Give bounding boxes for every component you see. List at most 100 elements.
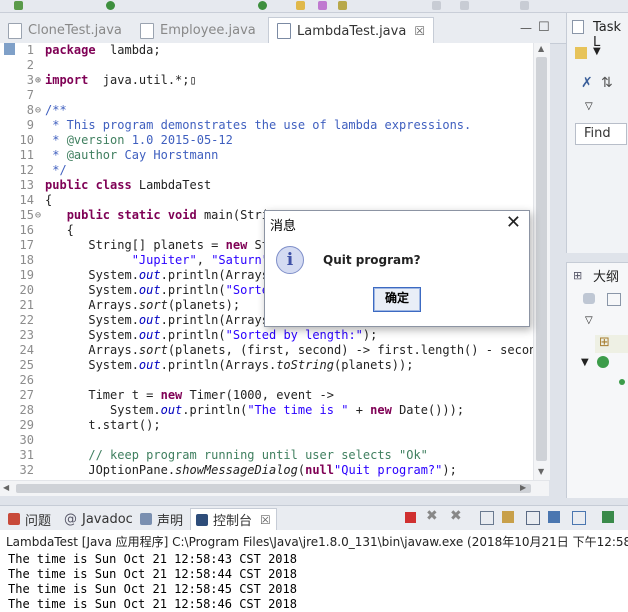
chevron-down-icon[interactable]: ▼ xyxy=(581,357,589,368)
line-number: 25 xyxy=(19,358,34,372)
tab-problems[interactable]: 问题 xyxy=(8,510,52,529)
remove-all-icon[interactable]: ✖ xyxy=(450,508,462,524)
outline-title[interactable]: 大纲 xyxy=(593,266,619,285)
word-wrap-icon[interactable] xyxy=(526,511,540,525)
close-tab-icon[interactable]: ☒ xyxy=(414,24,425,38)
code-text: System.out.println(Arrays.toString(plane… xyxy=(45,358,414,372)
console-line: The time is Sun Oct 21 12:58:45 CST 2018 xyxy=(8,582,297,596)
code-text: */ xyxy=(45,163,67,177)
scrollbar-thumb[interactable] xyxy=(536,57,547,461)
code-text: public static void main(Strin xyxy=(66,208,277,222)
view-menu-icon[interactable]: ▽ xyxy=(585,101,593,112)
open-console-icon[interactable] xyxy=(602,511,614,523)
line-number: 8 xyxy=(26,103,34,117)
dropdown-icon[interactable]: ▼ xyxy=(593,46,601,57)
method-icon[interactable] xyxy=(619,379,625,385)
outline-item-import[interactable]: ⊞ xyxy=(595,335,628,353)
fold-toggle-icon[interactable]: ⊕ xyxy=(35,73,41,88)
pin-console-icon[interactable] xyxy=(548,511,560,523)
message-dialog: 消息 ✕ i Quit program? 确定 xyxy=(264,210,530,327)
code-text: System.out.println("The time is " + new … xyxy=(45,403,465,417)
editor-tab-bar: CloneTest.java Employee.java LambdaTest.… xyxy=(0,13,566,44)
maximize-icon[interactable]: ☐ xyxy=(538,20,550,35)
close-icon[interactable]: ✕ xyxy=(506,212,521,233)
outline-panel: ⊞ 大纲 ▽ ⊞ ▼ xyxy=(566,262,628,498)
editor-horizontal-scrollbar[interactable]: ◀ ▶ xyxy=(0,480,549,496)
console-line: The time is Sun Oct 21 12:58:44 CST 2018 xyxy=(8,567,297,581)
dialog-title: 消息 xyxy=(270,219,297,234)
tab-label: 问题 xyxy=(25,513,52,529)
run-config-icon[interactable] xyxy=(258,1,267,10)
class-icon[interactable] xyxy=(597,356,609,368)
java-file-icon xyxy=(140,22,154,39)
code-text: Arrays.sort(planets); xyxy=(45,298,241,312)
remove-launch-icon[interactable]: ✖ xyxy=(426,508,438,524)
line-number: 31 xyxy=(19,448,34,462)
line-number: 29 xyxy=(19,418,34,432)
open-folder-icon[interactable] xyxy=(296,1,305,10)
ok-button[interactable]: 确定 xyxy=(373,287,421,312)
code-text: // keep program running until user selec… xyxy=(45,448,428,462)
line-number: 7 xyxy=(26,88,34,102)
search-tool-icon[interactable] xyxy=(318,1,327,10)
marker-icon[interactable] xyxy=(338,1,347,10)
line-number: 24 xyxy=(19,343,34,357)
nav-forward-icon[interactable] xyxy=(460,1,469,10)
nav-back-icon[interactable] xyxy=(432,1,441,10)
line-number: 3 xyxy=(26,73,34,87)
tab-employee[interactable]: Employee.java xyxy=(140,19,256,42)
code-text: System.out.println(Arrays xyxy=(45,268,269,282)
tab-clonetest[interactable]: CloneTest.java xyxy=(8,19,122,42)
import-icon: ⊞ xyxy=(599,335,610,350)
line-number: 19 xyxy=(19,268,34,282)
collapse-all-icon[interactable] xyxy=(583,293,595,304)
line-number: 27 xyxy=(19,388,34,402)
code-text: package lambda; xyxy=(45,43,161,57)
line-number: 9 xyxy=(26,118,34,132)
scroll-down-icon[interactable]: ▼ xyxy=(538,467,544,476)
view-menu-icon[interactable]: ▽ xyxy=(585,315,593,326)
line-number: 32 xyxy=(19,463,34,477)
declaration-icon xyxy=(140,513,152,525)
minimize-icon[interactable]: — xyxy=(520,21,532,35)
code-text: { xyxy=(45,193,53,207)
tab-label: Employee.java xyxy=(160,23,256,38)
code-text: * @author Cay Horstmann xyxy=(45,148,219,162)
code-text: import java.util.*;▯ xyxy=(45,73,197,87)
scrollbar-thumb[interactable] xyxy=(16,484,531,493)
line-number: 11 xyxy=(19,148,34,162)
line-number: 20 xyxy=(19,283,34,297)
find-input[interactable]: Find xyxy=(575,123,627,145)
fold-toggle-icon[interactable]: ⊖ xyxy=(35,208,41,223)
line-number: 1 xyxy=(26,43,34,57)
line-number: 13 xyxy=(19,178,34,192)
run-icon[interactable] xyxy=(14,1,23,10)
close-tab-icon[interactable]: ☒ xyxy=(260,513,271,527)
filter-icon[interactable]: ✗ xyxy=(581,75,593,91)
scroll-up-icon[interactable]: ▲ xyxy=(538,44,544,53)
sort-icon[interactable] xyxy=(607,293,621,306)
display-console-icon[interactable] xyxy=(572,511,586,525)
code-text: Timer t = new Timer(1000, event -> xyxy=(45,388,334,402)
new-task-icon[interactable] xyxy=(575,47,587,59)
fold-toggle-icon[interactable]: ⊖ xyxy=(35,103,41,118)
console-output[interactable]: LambdaTest [Java 应用程序] C:\Program Files\… xyxy=(0,530,628,612)
line-number: 10 xyxy=(19,133,34,147)
scroll-left-icon[interactable]: ◀ xyxy=(3,483,9,492)
scroll-lock-icon[interactable] xyxy=(502,511,514,523)
terminate-icon[interactable] xyxy=(405,512,416,523)
tab-lambdatest[interactable]: LambdaTest.java ☒ xyxy=(268,17,435,44)
tab-javadoc[interactable]: @ Javadoc xyxy=(64,510,133,528)
debug-icon[interactable] xyxy=(106,1,115,10)
editor-vertical-scrollbar[interactable]: ▲ ▼ xyxy=(533,43,550,480)
clear-console-icon[interactable] xyxy=(480,511,494,525)
scroll-right-icon[interactable]: ▶ xyxy=(520,483,526,492)
tab-declaration[interactable]: 声明 xyxy=(140,510,183,529)
line-number: 15 xyxy=(19,208,34,222)
dialog-message: Quit program? xyxy=(323,253,421,267)
tab-console[interactable]: 控制台 ☒ xyxy=(190,508,277,530)
perspective-icon[interactable] xyxy=(520,1,529,10)
sync-icon[interactable]: ⇅ xyxy=(601,75,613,91)
line-number: 26 xyxy=(19,373,34,387)
console-icon xyxy=(196,513,208,526)
